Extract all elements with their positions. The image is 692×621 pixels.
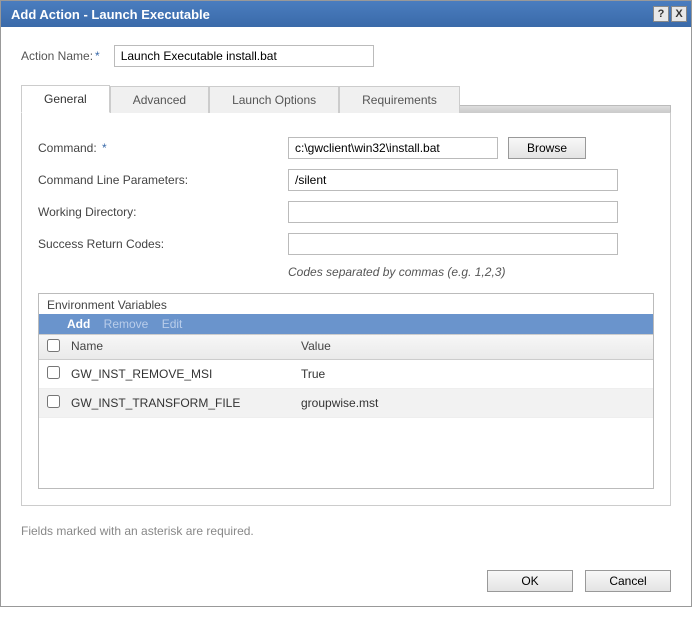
required-fields-note: Fields marked with an asterisk are requi… — [21, 524, 671, 538]
workdir-input[interactable] — [288, 201, 618, 223]
command-input[interactable] — [288, 137, 498, 159]
workdir-row: Working Directory: — [38, 201, 654, 223]
table-row[interactable]: GW_INST_TRANSFORM_FILE groupwise.mst — [39, 389, 653, 418]
tab-launch-options[interactable]: Launch Options — [209, 86, 339, 113]
dialog-add-action: Add Action - Launch Executable ? X Actio… — [0, 0, 692, 607]
titlebar: Add Action - Launch Executable ? X — [1, 1, 691, 27]
workdir-label: Working Directory: — [38, 205, 288, 219]
env-vars-title: Environment Variables — [39, 294, 653, 314]
tab-requirements[interactable]: Requirements — [339, 86, 460, 113]
env-row-value: True — [301, 367, 645, 381]
help-button[interactable]: ? — [653, 6, 669, 22]
params-input[interactable] — [288, 169, 618, 191]
success-label: Success Return Codes: — [38, 237, 288, 251]
env-col-value: Value — [301, 339, 645, 355]
env-table-empty-space — [39, 418, 653, 488]
cancel-button[interactable]: Cancel — [585, 570, 671, 592]
dialog-content: Action Name: * General Advanced Launch O… — [1, 27, 691, 556]
titlebar-buttons: ? X — [653, 6, 687, 22]
command-label: Command: * — [38, 141, 288, 155]
required-asterisk: * — [102, 141, 107, 155]
codes-hint: Codes separated by commas (e.g. 1,2,3) — [288, 265, 654, 279]
ok-button[interactable]: OK — [487, 570, 573, 592]
env-toolbar: Add Remove Edit — [39, 314, 653, 334]
env-col-name: Name — [71, 339, 301, 355]
command-row: Command: * Browse — [38, 137, 654, 159]
env-row-value: groupwise.mst — [301, 396, 645, 410]
close-button[interactable]: X — [671, 6, 687, 22]
env-select-all-checkbox[interactable] — [47, 339, 60, 352]
tab-strip: General Advanced Launch Options Requirem… — [21, 85, 671, 113]
browse-button[interactable]: Browse — [508, 137, 586, 159]
tab-strip-filler — [460, 105, 671, 113]
env-remove-button[interactable]: Remove — [104, 317, 149, 331]
params-label: Command Line Parameters: — [38, 173, 288, 187]
tab-advanced[interactable]: Advanced — [110, 86, 209, 113]
env-edit-button[interactable]: Edit — [162, 317, 183, 331]
table-row[interactable]: GW_INST_REMOVE_MSI True — [39, 360, 653, 389]
success-row: Success Return Codes: — [38, 233, 654, 255]
env-table-header: Name Value — [39, 334, 653, 360]
params-row: Command Line Parameters: — [38, 169, 654, 191]
tab-general[interactable]: General — [21, 85, 110, 113]
env-row-name: GW_INST_TRANSFORM_FILE — [71, 396, 301, 410]
env-row-name: GW_INST_REMOVE_MSI — [71, 367, 301, 381]
dialog-button-bar: OK Cancel — [1, 556, 691, 606]
env-row-checkbox[interactable] — [47, 395, 60, 408]
env-row-checkbox[interactable] — [47, 366, 60, 379]
action-name-input[interactable] — [114, 45, 374, 67]
env-add-button[interactable]: Add — [67, 317, 90, 331]
action-name-row: Action Name: * — [21, 45, 671, 67]
tab-panel-general: Command: * Browse Command Line Parameter… — [21, 113, 671, 506]
env-vars-section: Environment Variables Add Remove Edit Na… — [38, 293, 654, 489]
action-name-label: Action Name: — [21, 49, 93, 63]
success-input[interactable] — [288, 233, 618, 255]
required-asterisk: * — [95, 49, 100, 63]
titlebar-title: Add Action - Launch Executable — [11, 7, 653, 22]
